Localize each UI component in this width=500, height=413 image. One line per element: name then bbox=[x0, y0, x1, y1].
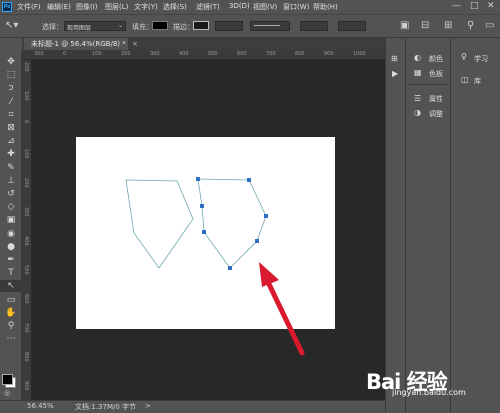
anchor-point[interactable] bbox=[200, 204, 204, 208]
status-menu-arrow[interactable]: > bbox=[145, 402, 151, 410]
red-annotation-arrow bbox=[259, 262, 305, 356]
library-panel-tab[interactable]: 库 bbox=[474, 76, 481, 86]
library-icon: ◫ bbox=[461, 75, 469, 84]
learn-icon: ♀ bbox=[461, 52, 467, 61]
properties-icon: ☰ bbox=[414, 94, 422, 103]
path-anchor-points[interactable] bbox=[196, 177, 268, 270]
unselected-path-shape[interactable] bbox=[125, 179, 194, 269]
play-action-icon[interactable]: ▶ bbox=[392, 69, 398, 78]
anchor-point[interactable] bbox=[228, 266, 232, 270]
watermark-url: jingyan.baidu.com bbox=[392, 388, 466, 397]
adjustments-icon: ◑ bbox=[414, 108, 421, 117]
collapsed-panel-strip bbox=[385, 38, 405, 413]
document-info: 文档:1.37M/0 字节 bbox=[75, 403, 137, 411]
history-panel-icon[interactable]: ⊞ bbox=[391, 54, 398, 63]
anchor-point[interactable] bbox=[255, 239, 259, 243]
selected-path-shape[interactable] bbox=[197, 178, 267, 269]
panel-column-2 bbox=[450, 38, 500, 413]
anchor-point[interactable] bbox=[202, 230, 206, 234]
anchor-point[interactable] bbox=[264, 214, 268, 218]
panel-column-1 bbox=[405, 38, 450, 413]
anchor-point[interactable] bbox=[247, 178, 251, 182]
color-wheel-icon: ◐ bbox=[414, 53, 421, 62]
adjustments-panel-tab[interactable]: 调整 bbox=[429, 109, 443, 119]
anchor-point[interactable] bbox=[196, 177, 200, 181]
properties-panel-tab[interactable]: 属性 bbox=[429, 94, 443, 104]
status-bar bbox=[0, 400, 385, 413]
color-panel-tab[interactable]: 颜色 bbox=[429, 54, 443, 64]
zoom-level-display[interactable]: 56.45% bbox=[27, 402, 54, 410]
swatches-icon: ▦ bbox=[414, 68, 422, 77]
swatches-panel-tab[interactable]: 色板 bbox=[429, 69, 443, 79]
learn-panel-tab[interactable]: 学习 bbox=[474, 54, 488, 64]
panel-divider bbox=[407, 84, 448, 85]
